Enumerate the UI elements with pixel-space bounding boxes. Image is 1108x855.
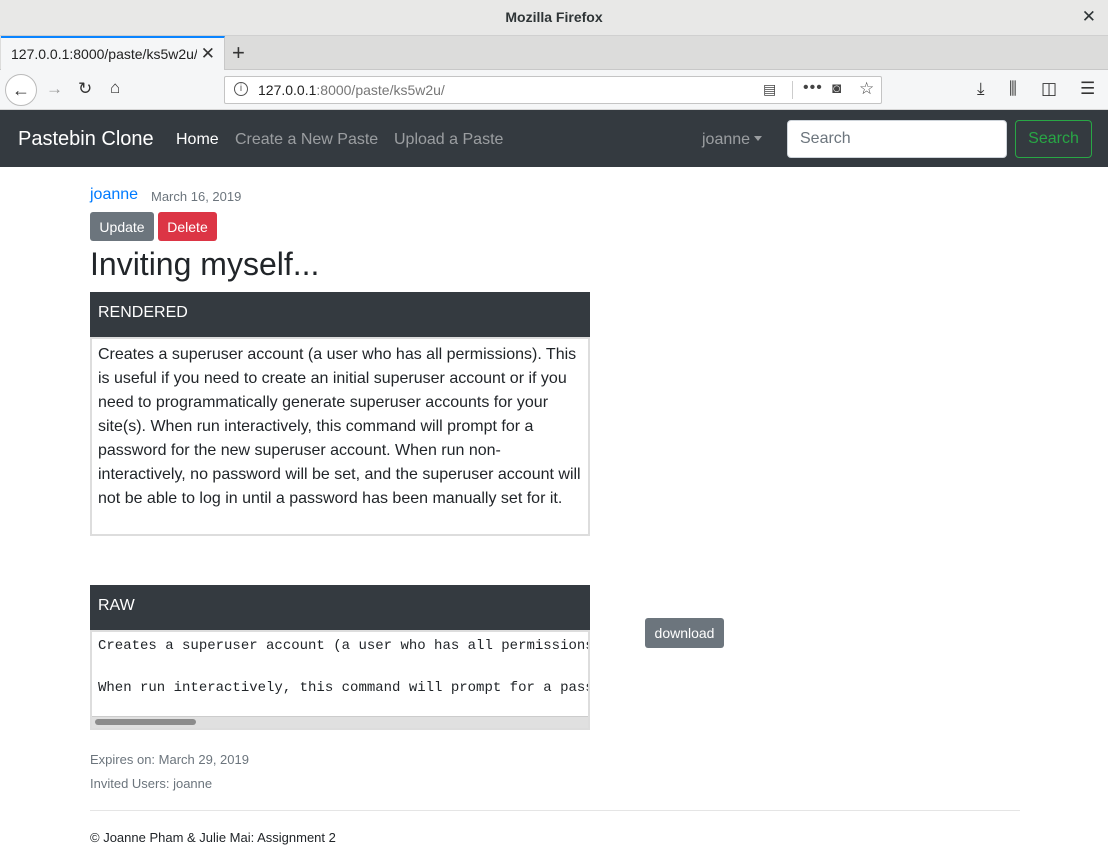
user-dropdown[interactable]: joanne bbox=[702, 131, 763, 149]
tab-label: 127.0.0.1:8000/paste/ks5w2u/ bbox=[11, 46, 197, 62]
new-tab-icon[interactable]: + bbox=[232, 40, 245, 66]
raw-line-2: When run interactively, this command wil… bbox=[98, 680, 590, 696]
window-titlebar: Mozilla Firefox ✕ bbox=[0, 0, 1108, 36]
paste-author-link[interactable]: joanne bbox=[90, 186, 138, 204]
scrollbar-thumb[interactable] bbox=[95, 719, 196, 725]
tab-close-icon[interactable]: ✕ bbox=[201, 44, 215, 64]
site-info-icon[interactable]: i bbox=[234, 82, 248, 96]
site-navbar: Pastebin Clone Home Create a New Paste U… bbox=[0, 110, 1108, 167]
user-dropdown-label: joanne bbox=[702, 131, 751, 148]
browser-toolbar: ← → ↻ ⌂ i 127.0.0.1:8000/paste/ks5w2u/ ▤… bbox=[0, 70, 1108, 110]
footer-divider bbox=[90, 810, 1020, 811]
download-button[interactable]: download bbox=[645, 618, 724, 648]
url-separator bbox=[792, 81, 793, 99]
url-text[interactable]: 127.0.0.1:8000/paste/ks5w2u/ bbox=[258, 82, 445, 98]
raw-line-1: Creates a superuser account (a user who … bbox=[98, 638, 590, 654]
tab-bar: 127.0.0.1:8000/paste/ks5w2u/ ✕ + bbox=[0, 36, 1108, 71]
page-actions-icon[interactable]: ••• bbox=[803, 79, 823, 97]
menu-icon[interactable]: ☰ bbox=[1080, 79, 1095, 99]
window-close-icon[interactable]: ✕ bbox=[1082, 7, 1096, 27]
footer-text: © Joanne Pham & Julie Mai: Assignment 2 bbox=[90, 830, 336, 845]
search-input[interactable] bbox=[787, 120, 1007, 158]
paste-title: Inviting myself... bbox=[90, 246, 320, 282]
library-icon[interactable]: ⫼ bbox=[1009, 79, 1017, 99]
url-bar[interactable]: i 127.0.0.1:8000/paste/ks5w2u/ ▤ ••• ◙ ☆ bbox=[224, 76, 882, 104]
nav-home[interactable]: Home bbox=[176, 131, 219, 149]
raw-header: RAW bbox=[90, 585, 590, 630]
sidebar-icon[interactable]: ◫ bbox=[1041, 79, 1057, 99]
downloads-icon[interactable]: ⤓ bbox=[977, 79, 985, 99]
raw-text: Creates a superuser account (a user who … bbox=[98, 636, 590, 699]
bookmark-star-icon[interactable]: ☆ bbox=[859, 79, 874, 99]
window-title: Mozilla Firefox bbox=[505, 9, 603, 25]
raw-content[interactable]: Creates a superuser account (a user who … bbox=[90, 630, 590, 730]
url-host: 127.0.0.1 bbox=[258, 82, 317, 98]
dropdown-caret-icon bbox=[754, 136, 763, 141]
back-arrow-icon[interactable]: ← bbox=[5, 74, 37, 106]
home-icon[interactable]: ⌂ bbox=[110, 78, 120, 98]
rendered-content: Creates a superuser account (a user who … bbox=[90, 337, 590, 536]
invited-users-text: Invited Users: joanne bbox=[90, 776, 213, 791]
forward-arrow-icon[interactable]: → bbox=[46, 79, 63, 99]
paste-date: March 16, 2019 bbox=[151, 189, 242, 204]
delete-button[interactable]: Delete bbox=[158, 212, 217, 241]
nav-upload-paste[interactable]: Upload a Paste bbox=[394, 131, 503, 149]
horizontal-scrollbar[interactable] bbox=[92, 716, 588, 728]
brand-link[interactable]: Pastebin Clone bbox=[18, 128, 154, 151]
search-button[interactable]: Search bbox=[1015, 120, 1092, 158]
expires-text: Expires on: March 29, 2019 bbox=[90, 752, 249, 767]
reader-view-icon[interactable]: ▤ bbox=[763, 81, 776, 98]
browser-tab[interactable]: 127.0.0.1:8000/paste/ks5w2u/ ✕ bbox=[1, 36, 225, 71]
url-path: :8000/paste/ks5w2u/ bbox=[316, 82, 445, 98]
reload-icon[interactable]: ↻ bbox=[78, 79, 92, 99]
pocket-icon[interactable]: ◙ bbox=[832, 80, 841, 97]
update-button[interactable]: Update bbox=[90, 212, 154, 241]
nav-create-paste[interactable]: Create a New Paste bbox=[235, 131, 378, 149]
rendered-header: RENDERED bbox=[90, 292, 590, 337]
